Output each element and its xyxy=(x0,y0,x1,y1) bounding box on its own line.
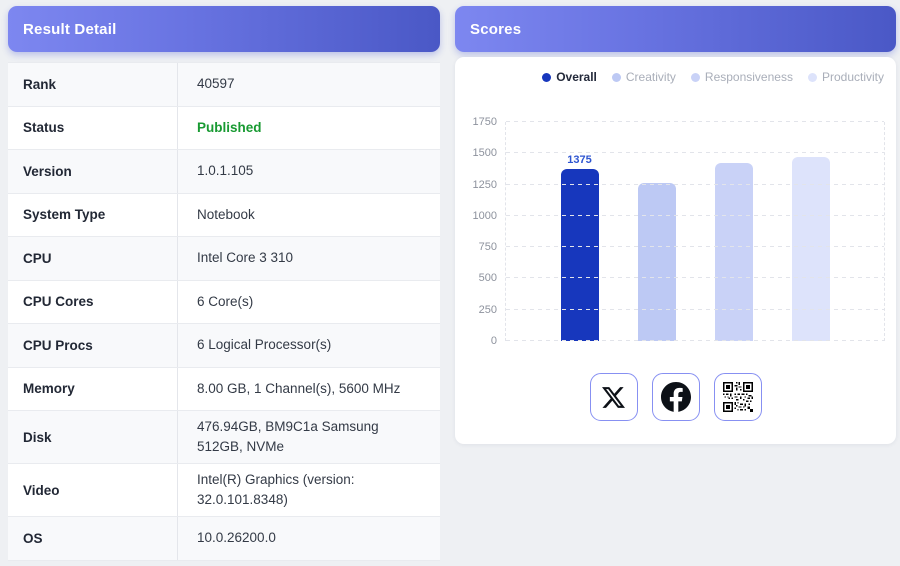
row-value: 476.94GB, BM9C1a Samsung 512GB, NVMe xyxy=(178,411,440,463)
bar-overall: 1375 xyxy=(561,169,599,341)
gridline xyxy=(506,215,884,216)
bar-rect xyxy=(561,169,599,341)
legend-item-overall[interactable]: Overall xyxy=(542,70,597,84)
bar-rect xyxy=(715,163,753,341)
y-tick-label: 1250 xyxy=(455,179,497,191)
legend-label: Responsiveness xyxy=(705,70,793,84)
scores-bar-chart: 1375 xyxy=(505,122,885,341)
y-tick-label: 1750 xyxy=(455,116,497,128)
bar-responsiveness xyxy=(715,163,753,341)
table-row: System TypeNotebook xyxy=(8,194,440,238)
result-detail-title: Result Detail xyxy=(23,21,116,38)
row-label: CPU xyxy=(8,237,178,280)
row-label: Status xyxy=(8,107,178,150)
row-label: Disk xyxy=(8,411,178,463)
qr-code-icon xyxy=(723,382,753,412)
legend-label: Creativity xyxy=(626,70,676,84)
row-label: OS xyxy=(8,517,178,560)
legend-item-creativity[interactable]: Creativity xyxy=(612,70,676,84)
result-detail-header: Result Detail xyxy=(8,6,440,52)
share-x-button[interactable] xyxy=(590,373,638,421)
share-buttons-row xyxy=(455,373,896,421)
row-label: Version xyxy=(8,150,178,193)
row-label: System Type xyxy=(8,194,178,237)
bar-value-label: 1375 xyxy=(551,154,609,166)
table-row: VideoIntel(R) Graphics (version: 32.0.10… xyxy=(8,464,440,517)
legend-dot-icon xyxy=(612,73,621,82)
legend-label: Overall xyxy=(556,70,597,84)
table-row: Memory8.00 GB, 1 Channel(s), 5600 MHz xyxy=(8,368,440,412)
gridline xyxy=(506,246,884,247)
row-value: Notebook xyxy=(178,199,440,231)
x-logo-icon xyxy=(602,386,625,409)
gridline xyxy=(506,121,884,122)
row-value: Intel(R) Graphics (version: 32.0.101.834… xyxy=(178,464,440,516)
gridline xyxy=(506,277,884,278)
gridline xyxy=(506,184,884,185)
row-label: Memory xyxy=(8,368,178,411)
gridline xyxy=(506,152,884,153)
result-detail-table: Rank40597StatusPublishedVersion1.0.1.105… xyxy=(8,62,440,561)
table-row: Rank40597 xyxy=(8,63,440,107)
y-tick-label: 500 xyxy=(455,272,497,284)
share-facebook-button[interactable] xyxy=(652,373,700,421)
y-tick-label: 1000 xyxy=(455,210,497,222)
y-tick-label: 250 xyxy=(455,304,497,316)
scores-header: Scores xyxy=(455,6,896,52)
y-tick-label: 1500 xyxy=(455,147,497,159)
table-row: Disk476.94GB, BM9C1a Samsung 512GB, NVMe xyxy=(8,411,440,464)
row-value: 1.0.1.105 xyxy=(178,155,440,187)
legend-item-productivity[interactable]: Productivity xyxy=(808,70,884,84)
legend-dot-icon xyxy=(542,73,551,82)
row-label: CPU Cores xyxy=(8,281,178,324)
row-value: 6 Logical Processor(s) xyxy=(178,329,440,361)
legend-label: Productivity xyxy=(822,70,884,84)
table-row: Version1.0.1.105 xyxy=(8,150,440,194)
row-label: Rank xyxy=(8,63,178,106)
legend-dot-icon xyxy=(691,73,700,82)
row-label: CPU Procs xyxy=(8,324,178,367)
row-value: 40597 xyxy=(178,68,440,100)
gridline xyxy=(506,309,884,310)
row-value: 8.00 GB, 1 Channel(s), 5600 MHz xyxy=(178,373,440,405)
chart-legend: Overall Creativity Responsiveness Productiv… xyxy=(542,70,884,84)
scores-card: Overall Creativity Responsiveness Productiv… xyxy=(455,57,896,444)
share-qr-button[interactable] xyxy=(714,373,762,421)
legend-dot-icon xyxy=(808,73,817,82)
row-value: 10.0.26200.0 xyxy=(178,522,440,554)
table-row: CPU Cores6 Core(s) xyxy=(8,281,440,325)
bar-productivity xyxy=(792,157,830,341)
table-row: CPUIntel Core 3 310 xyxy=(8,237,440,281)
y-tick-label: 750 xyxy=(455,241,497,253)
table-row: StatusPublished xyxy=(8,107,440,151)
bar-rect xyxy=(792,157,830,341)
bar-creativity xyxy=(638,183,676,341)
table-row: CPU Procs6 Logical Processor(s) xyxy=(8,324,440,368)
legend-item-responsiveness[interactable]: Responsiveness xyxy=(691,70,793,84)
y-tick-label: 0 xyxy=(455,335,497,347)
row-value: Intel Core 3 310 xyxy=(178,242,440,274)
scores-title: Scores xyxy=(470,21,521,38)
row-label: Video xyxy=(8,464,178,516)
gridline xyxy=(506,340,884,341)
facebook-icon xyxy=(661,382,691,412)
table-row: OS10.0.26200.0 xyxy=(8,517,440,561)
bar-rect xyxy=(638,183,676,341)
row-value: 6 Core(s) xyxy=(178,286,440,318)
row-value: Published xyxy=(178,112,440,144)
